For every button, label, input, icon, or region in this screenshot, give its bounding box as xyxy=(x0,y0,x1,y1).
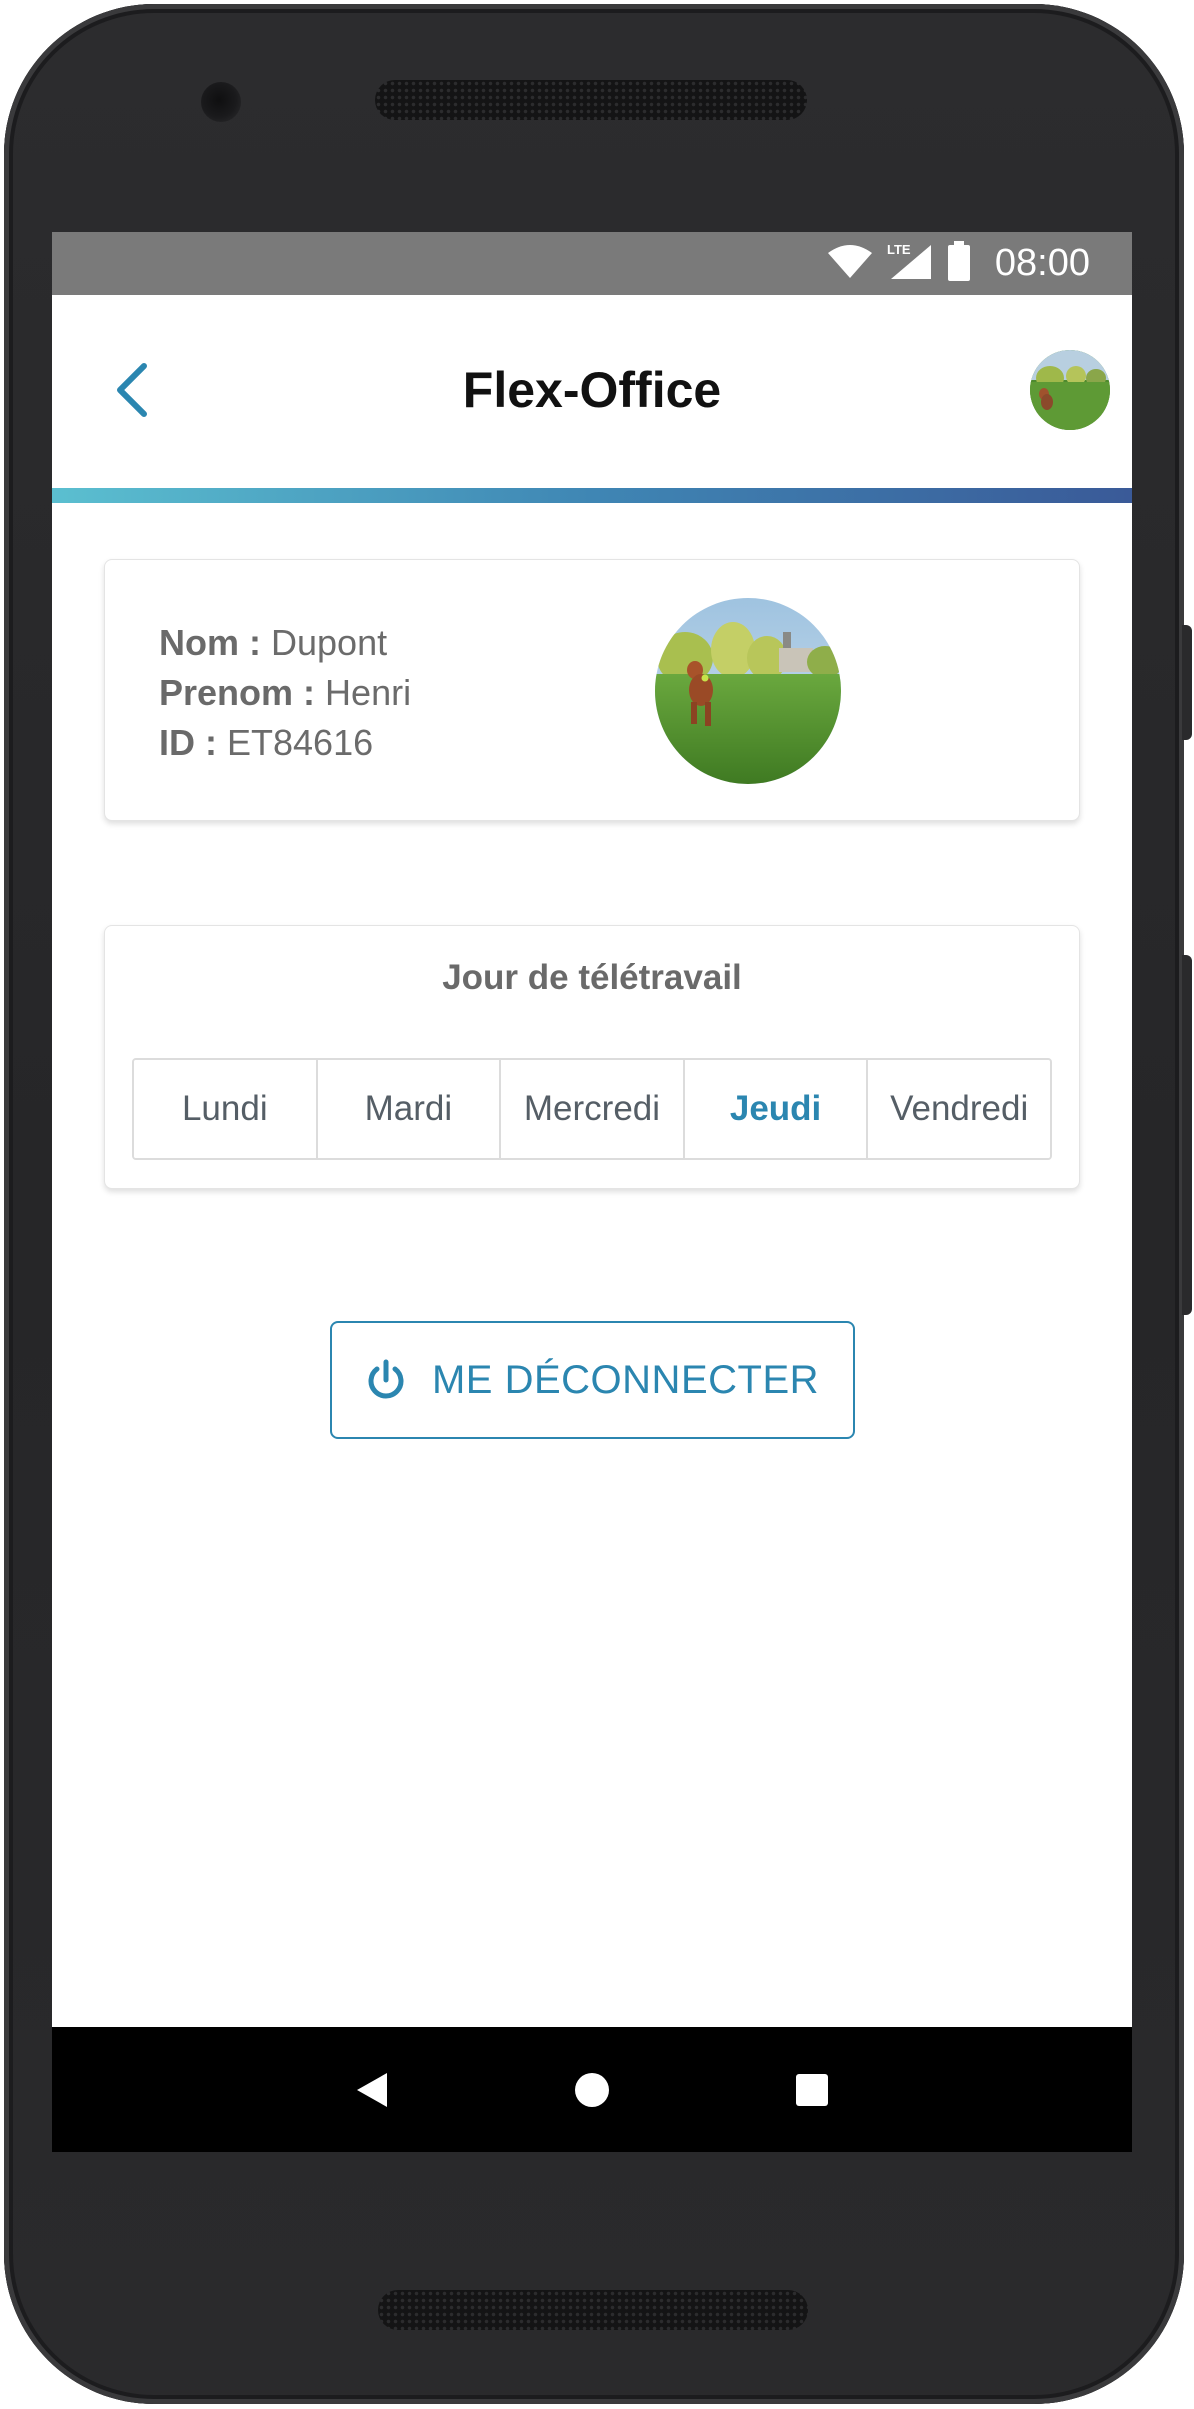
nav-home-button[interactable] xyxy=(552,2050,632,2130)
nom-label: Nom : xyxy=(159,622,261,663)
page-title: Flex-Office xyxy=(462,362,722,418)
app-bar: Flex-Office xyxy=(52,295,1132,485)
nom-row: Nom : Dupont xyxy=(159,618,411,668)
back-button[interactable] xyxy=(97,355,167,425)
nav-back-button[interactable] xyxy=(332,2050,412,2130)
bottom-speaker xyxy=(378,2290,808,2330)
logout-button[interactable]: ME DÉCONNECTER xyxy=(330,1321,855,1439)
svg-text:LTE: LTE xyxy=(887,242,911,257)
profile-info: Nom : Dupont Prenom : Henri ID : ET84616 xyxy=(159,618,411,768)
nom-value: Dupont xyxy=(271,622,388,663)
id-row: ID : ET84616 xyxy=(159,718,411,768)
status-bar: LTE 08:00 xyxy=(52,232,1132,295)
day-option-mercredi[interactable]: Mercredi xyxy=(501,1060,685,1158)
screen: LTE 08:00 Flex-Office Nom: Dupont Preno… xyxy=(52,232,1132,2152)
prenom-row: Prenom : Henri xyxy=(159,668,411,718)
profile-card: Nom : Dupont Prenom : Henri ID : ET84616 xyxy=(104,559,1080,821)
back-triangle-icon xyxy=(357,2072,387,2107)
prenom-value: Henri xyxy=(325,672,412,713)
power-side-button xyxy=(1182,625,1192,740)
telework-card: Jour de télétravail Lundi Mardi Mercredi… xyxy=(104,925,1080,1189)
header-divider-bar xyxy=(52,488,1132,503)
logout-label: ME DÉCONNECTER xyxy=(431,1357,820,1402)
day-option-vendredi[interactable]: Vendredi xyxy=(868,1060,1050,1158)
day-option-mardi[interactable]: Mardi xyxy=(317,1060,502,1158)
prenom-label: Prenom : xyxy=(159,672,316,713)
cellular-signal-icon: LTE xyxy=(887,241,933,286)
profile-photo xyxy=(655,598,841,784)
home-circle-icon xyxy=(575,2072,609,2107)
front-camera xyxy=(201,82,241,122)
telework-title: Jour de télétravail xyxy=(442,958,742,997)
day-selector: Lundi Mardi Mercredi Jeudi Vendredi xyxy=(132,1058,1052,1160)
battery-icon xyxy=(947,241,971,286)
power-icon xyxy=(366,1359,406,1401)
id-label: ID : xyxy=(159,722,217,763)
nav-recents-button[interactable] xyxy=(772,2050,852,2130)
earpiece-speaker xyxy=(375,80,807,120)
day-option-jeudi[interactable]: Jeudi xyxy=(684,1060,869,1158)
id-value: ET84616 xyxy=(227,722,374,763)
system-nav-bar xyxy=(52,2027,1132,2152)
chevron-left-icon xyxy=(117,363,147,417)
profile-avatar[interactable] xyxy=(1030,350,1110,430)
volume-side-button xyxy=(1182,955,1192,1315)
recents-square-icon xyxy=(796,2073,828,2106)
wifi-icon xyxy=(827,243,873,284)
status-time: 08:00 xyxy=(994,242,1090,284)
day-option-lundi[interactable]: Lundi xyxy=(134,1060,318,1158)
